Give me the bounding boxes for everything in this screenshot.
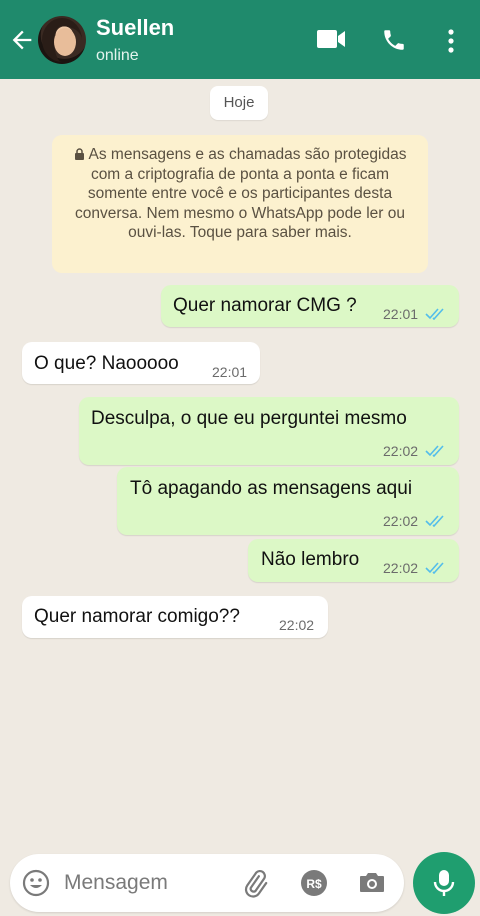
more-options-icon[interactable] [440, 28, 462, 54]
contact-status: online [96, 47, 139, 64]
mic-icon [433, 870, 455, 896]
date-separator: Hoje [210, 86, 268, 120]
read-receipt-icon [425, 562, 444, 574]
read-receipt-icon [425, 445, 444, 457]
chat-header: Suellen online [0, 0, 480, 79]
message-text: O que? Naooooo [34, 353, 179, 374]
read-receipt-icon [425, 515, 444, 527]
avatar[interactable] [38, 16, 86, 64]
phone-icon[interactable] [381, 27, 407, 53]
attach-icon[interactable] [240, 868, 270, 898]
message-text: Quer namorar CMG ? [173, 295, 357, 316]
camera-icon[interactable] [358, 869, 386, 895]
message-outgoing[interactable]: Não lembro 22:02 [248, 539, 459, 582]
message-text: Quer namorar comigo?? [34, 606, 240, 627]
message-time: 22:01 [383, 306, 419, 322]
message-incoming[interactable]: O que? Naooooo 22:01 [22, 342, 260, 384]
message-outgoing[interactable]: Quer namorar CMG ? 22:01 [161, 285, 459, 327]
payment-icon[interactable]: R$ [300, 869, 328, 897]
lock-icon [74, 148, 84, 160]
message-outgoing[interactable]: Desculpa, o que eu perguntei mesmo 22:02 [79, 397, 459, 465]
message-text: Tô apagando as mensagens aqui [130, 478, 413, 499]
message-time: 22:02 [383, 443, 419, 459]
svg-text:R$: R$ [306, 877, 322, 891]
message-incoming[interactable]: Quer namorar comigo?? 22:02 [22, 596, 328, 638]
back-arrow-icon[interactable] [8, 26, 36, 54]
contact-name[interactable]: Suellen [96, 15, 174, 41]
video-call-icon[interactable] [316, 27, 346, 51]
message-composer: R$ [10, 854, 404, 912]
message-time: 22:02 [279, 617, 315, 633]
emoji-icon[interactable] [22, 869, 50, 897]
encryption-notice-text: As mensagens e as chamadas são protegida… [75, 146, 407, 241]
message-input[interactable] [64, 868, 234, 898]
voice-message-button[interactable] [413, 852, 475, 914]
message-text: Desculpa, o que eu perguntei mesmo [91, 408, 407, 429]
encryption-notice[interactable]: As mensagens e as chamadas são protegida… [52, 135, 428, 273]
message-time: 22:02 [383, 560, 419, 576]
message-time: 22:01 [212, 364, 248, 380]
read-receipt-icon [425, 308, 444, 320]
message-outgoing[interactable]: Tô apagando as mensagens aqui 22:02 [117, 467, 459, 535]
message-time: 22:02 [383, 513, 419, 529]
message-text: Não lembro [261, 549, 360, 570]
